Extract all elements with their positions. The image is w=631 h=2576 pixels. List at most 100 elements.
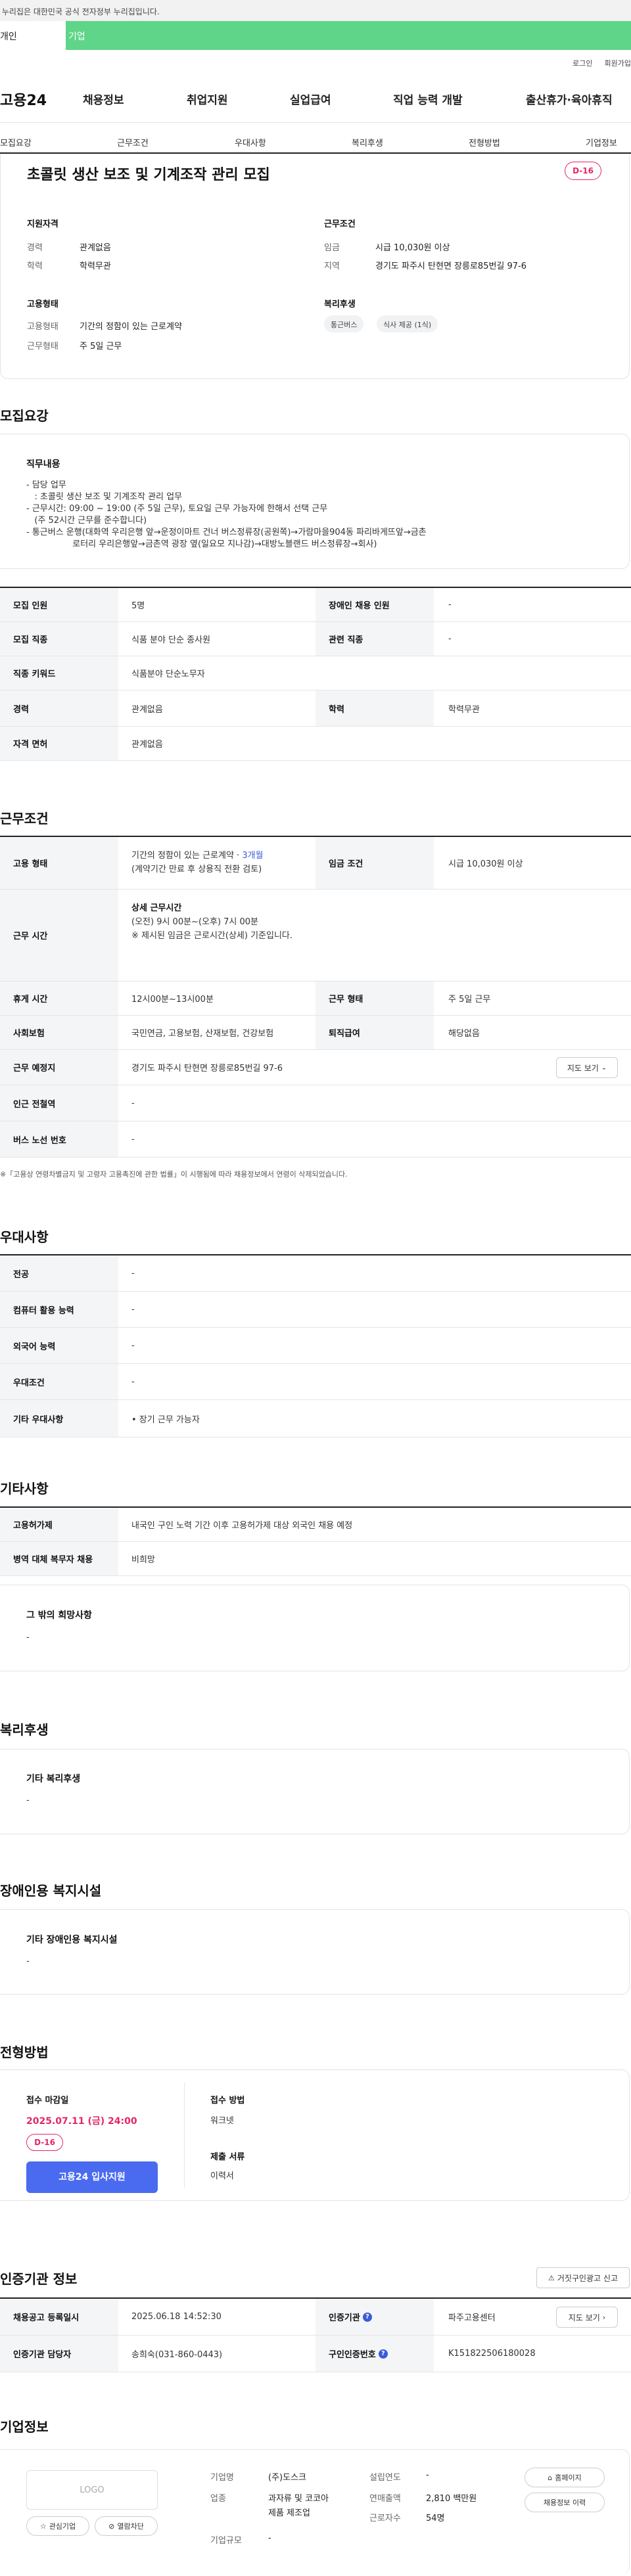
info-icon[interactable]: ? bbox=[362, 2312, 372, 2322]
major-label: 전공 bbox=[0, 1255, 118, 1291]
table-row: 경력 관계없음 학력 학력무관 bbox=[0, 690, 631, 727]
job-history-button[interactable]: 채용정보 이력 bbox=[525, 2493, 605, 2512]
info-icon[interactable]: ? bbox=[378, 2349, 388, 2359]
duty-line: : 초콜릿 생산 보조 및 기계조작 관리 업무 bbox=[26, 492, 183, 502]
emp-heading: 고용형태 bbox=[27, 300, 58, 309]
extra-heading: 그 밖의 희망사항 bbox=[26, 1610, 92, 1621]
headcount-label: 모집 인원 bbox=[0, 588, 118, 621]
duty-heading: 직무내용 bbox=[26, 459, 60, 470]
false-ad-report-button[interactable]: ⚠ 거짓구인광고 신고 bbox=[536, 2267, 630, 2288]
table-row: 우대조건 - bbox=[0, 1364, 631, 1400]
welfare-chip: 식사 제공 (1식) bbox=[377, 315, 438, 332]
agency-section-title: 인증기관 정보 bbox=[0, 2271, 78, 2287]
dday-badge: D-16 bbox=[565, 162, 601, 180]
anchor-recruit[interactable]: 모집요강 bbox=[0, 136, 32, 148]
station-label: 인근 전철역 bbox=[0, 1085, 118, 1121]
gnb-item-jobs[interactable]: 채용정보 bbox=[83, 91, 124, 107]
gnb-item-unemployment-benefit[interactable]: 실업급여 bbox=[290, 91, 331, 107]
tab-individual-text[interactable]: 개인 bbox=[0, 30, 17, 43]
table-row: 고용허가제 내국인 구인 노력 기간 이후 고용허가제 대상 외국인 채용 예정 bbox=[0, 1508, 631, 1542]
conditions-section-title: 근무조건 bbox=[0, 811, 49, 826]
break-value: 12시00분~13시00분 bbox=[131, 995, 214, 1005]
wage-label: 임금 bbox=[324, 243, 340, 253]
other-pref-value: • 장기 근무 가능자 bbox=[131, 1414, 200, 1425]
employees-label: 근로자수 bbox=[369, 2514, 401, 2523]
user-type-tabs: 개인 기업 bbox=[0, 21, 631, 50]
block-label: 열람차단 bbox=[117, 2522, 144, 2531]
age-law-note: ※「고용상 연령차별금지 및 고령자 고용촉진에 관한 법률」이 시행됨에 따라… bbox=[0, 1170, 348, 1179]
company-section-title: 기업정보 bbox=[0, 2419, 49, 2435]
gnb-item-parental-leave[interactable]: 출산휴가·육아휴직 bbox=[526, 91, 613, 107]
site-logo[interactable]: 고용24 bbox=[0, 89, 47, 110]
hours-label: 근무 시간 bbox=[0, 890, 118, 981]
manager-value: 송희숙(031-860-0443) bbox=[131, 2350, 223, 2360]
place-value: 경기도 파주시 탄현면 장릉로85번길 97-6 bbox=[131, 1064, 283, 1073]
work-type-label: 근무형태 bbox=[27, 342, 58, 351]
agency-label: 인증기관? bbox=[316, 2299, 434, 2335]
license-label: 자격 면허 bbox=[0, 727, 118, 760]
map-view-button[interactable]: 지도 보기 ⌄ bbox=[556, 1057, 618, 1078]
other-pref-label: 기타 우대사항 bbox=[0, 1400, 118, 1437]
anchor-preference[interactable]: 우대사항 bbox=[235, 136, 266, 148]
company-name-value: (주)도스크 bbox=[268, 2473, 306, 2483]
anchor-company[interactable]: 기업정보 bbox=[586, 136, 617, 148]
gov-banner-text: 이 누리집은 대한민국 공식 전자정부 누리집입니다. bbox=[0, 7, 160, 16]
headcount-value: 5명 bbox=[131, 601, 145, 611]
table-row: 고용 형태 기간의 정함이 있는 근로계약 · 3개월 (계약기간 만료 후 상… bbox=[0, 837, 631, 890]
sales-label: 연매출액 bbox=[369, 2494, 401, 2504]
table-row: 채용공고 등록일시 2025.06.18 14:52:30 인증기관? 파주고용… bbox=[0, 2299, 631, 2336]
agency-map-button[interactable]: 지도 보기 › bbox=[556, 2307, 618, 2328]
company-logo-placeholder: LOGO bbox=[26, 2470, 158, 2510]
table-row: 모집 직종 식품 분야 단순 종사원 관련 직종 - bbox=[0, 622, 631, 656]
login-link[interactable]: 로그인 bbox=[573, 58, 592, 68]
gov-banner: 이 누리집은 대한민국 공식 전자정부 누리집입니다. bbox=[0, 0, 631, 21]
selection-section-title: 전형방법 bbox=[0, 2045, 49, 2060]
region-value: 경기도 파주시 탄현면 장릉로85번길 97-6 bbox=[375, 261, 527, 271]
anchor-welfare[interactable]: 복리후생 bbox=[352, 136, 383, 148]
tab-business[interactable]: 기업 bbox=[66, 21, 631, 50]
block-view-button[interactable]: ⊘ 열람차단 bbox=[95, 2516, 158, 2536]
table-row: 인증기관 담당자 송희숙(031-860-0443) 구인인증번호? K1518… bbox=[0, 2336, 631, 2372]
edu-label: 학력 bbox=[27, 261, 43, 271]
disabled-welfare-section-title: 장애인용 복지시설 bbox=[0, 1883, 102, 1899]
job-summary-card: 초콜릿 생산 보조 및 기계조작 관리 모집 D-16 지원자격 경력 관계없음… bbox=[0, 154, 630, 379]
work-type-value: 주 5일 근무 bbox=[80, 342, 122, 351]
anchor-conditions[interactable]: 근무조건 bbox=[117, 136, 149, 148]
break-label: 휴게 시간 bbox=[0, 982, 118, 1015]
interest-company-button[interactable]: ☆ 관심기업 bbox=[26, 2516, 89, 2536]
gnb-item-job-training[interactable]: 직업 능력 개발 bbox=[393, 91, 463, 107]
table-row: 전공 - bbox=[0, 1255, 631, 1292]
docs-heading: 제출 서류 bbox=[210, 2152, 245, 2162]
deadline-heading: 접수 마감일 bbox=[26, 2096, 69, 2106]
gnb-item-employment-support[interactable]: 취업지원 bbox=[187, 91, 228, 107]
table-row: 자격 면허 관계없음 bbox=[0, 727, 631, 761]
homepage-button[interactable]: ⌂ 홈페이지 bbox=[525, 2468, 605, 2487]
signup-link[interactable]: 회원가입 bbox=[605, 58, 631, 68]
disabled-welfare-value: - bbox=[26, 1956, 30, 1966]
auth-no-label: 구인인증번호? bbox=[316, 2336, 434, 2372]
duty-line: - 통근버스 운행(대화역 우리은행 앞→운정이마트 건너 버스정류장(공원쪽)… bbox=[26, 528, 427, 537]
docs-value: 이력서 bbox=[210, 2171, 234, 2181]
emp-form-text: 기간의 정함이 있는 근로계약 · bbox=[131, 851, 243, 861]
station-value: - bbox=[131, 1098, 135, 1108]
preference-section-title: 우대사항 bbox=[0, 1229, 49, 1245]
related-label: 관련 직종 bbox=[316, 622, 434, 656]
computer-value: - bbox=[131, 1304, 135, 1315]
table-row: 휴게 시간 12시00분~13시00분 근무 형태 주 5일 근무 bbox=[0, 982, 631, 1016]
career-row-label: 경력 bbox=[0, 690, 118, 726]
table-row: 기타 우대사항 • 장기 근무 가능자 bbox=[0, 1400, 631, 1437]
disabled-welfare-heading: 기타 장애인용 복지시설 bbox=[26, 1935, 118, 1945]
region-label: 지역 bbox=[324, 261, 340, 271]
warning-icon: ⚠ bbox=[548, 2273, 555, 2282]
founded-label: 설립연도 bbox=[369, 2473, 401, 2483]
auth-no-value: K151822506180028 bbox=[448, 2349, 536, 2359]
table-row: 컴퓨터 활용 능력 - bbox=[0, 1292, 631, 1328]
computer-label: 컴퓨터 활용 능력 bbox=[0, 1292, 118, 1327]
anchor-selection[interactable]: 전형방법 bbox=[469, 136, 500, 148]
table-row: 직종 키워드 식품분야 단순노무자 bbox=[0, 656, 631, 690]
duty-line: (주 52시간 근무를 준수합니다) bbox=[26, 516, 147, 526]
block-icon: ⊘ bbox=[108, 2521, 115, 2531]
logo-text: LOGO bbox=[80, 2485, 105, 2495]
apply-button[interactable]: 고용24 입사지원 bbox=[26, 2161, 158, 2193]
language-value: - bbox=[131, 1340, 135, 1351]
